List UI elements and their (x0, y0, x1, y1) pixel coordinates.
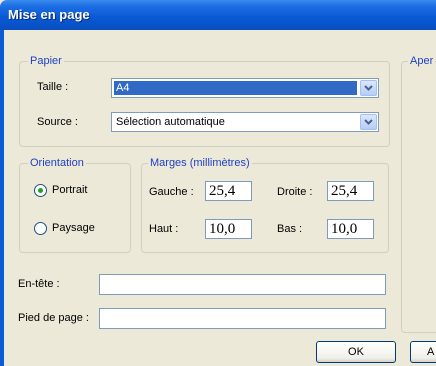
margin-left-label: Gauche : (149, 186, 194, 198)
header-input[interactable] (99, 274, 386, 295)
header-label: En-tête : (18, 278, 60, 290)
chevron-down-icon (364, 119, 373, 125)
margins-group: Marges (millimètres) (141, 157, 389, 253)
footer-label: Pied de page : (18, 312, 89, 324)
source-label: Source : (37, 116, 78, 128)
margin-bottom-label: Bas : (277, 223, 303, 235)
window-frame-left (0, 30, 4, 366)
source-select-value: Sélection automatique (116, 116, 225, 128)
orientation-group: Orientation (19, 157, 131, 253)
paper-group: Papier (19, 55, 390, 147)
footer-input[interactable] (99, 308, 386, 329)
size-label: Taille : (37, 81, 69, 93)
size-dropdown-button[interactable] (360, 80, 377, 96)
chevron-down-icon (364, 85, 373, 91)
cancel-button[interactable]: A (410, 341, 436, 363)
window-title: Mise en page (8, 7, 90, 22)
portrait-radio[interactable] (34, 184, 47, 197)
margin-bottom-input[interactable]: 10,0 (327, 219, 374, 239)
orientation-legend: Orientation (28, 157, 86, 169)
radio-selected-dot (38, 188, 43, 193)
landscape-label[interactable]: Paysage (52, 222, 95, 234)
source-select[interactable]: Sélection automatique (111, 112, 379, 132)
paper-legend: Papier (28, 55, 64, 67)
margin-left-input[interactable]: 25,4 (205, 181, 252, 201)
margin-top-input[interactable]: 10,0 (205, 219, 252, 239)
preview-group: Aper (401, 55, 436, 333)
margin-top-label: Haut : (149, 223, 179, 235)
size-select-value: A4 (114, 81, 357, 95)
size-select[interactable]: A4 (111, 78, 379, 98)
ok-button[interactable]: OK (316, 341, 396, 363)
portrait-label[interactable]: Portrait (52, 184, 87, 196)
title-bar[interactable]: Mise en page (0, 0, 436, 30)
margin-right-input[interactable]: 25,4 (327, 181, 374, 201)
source-dropdown-button[interactable] (360, 114, 377, 130)
margins-legend: Marges (millimètres) (148, 157, 252, 169)
landscape-radio[interactable] (34, 222, 47, 235)
preview-legend: Aper (408, 55, 436, 67)
margin-right-label: Droite : (277, 186, 313, 198)
